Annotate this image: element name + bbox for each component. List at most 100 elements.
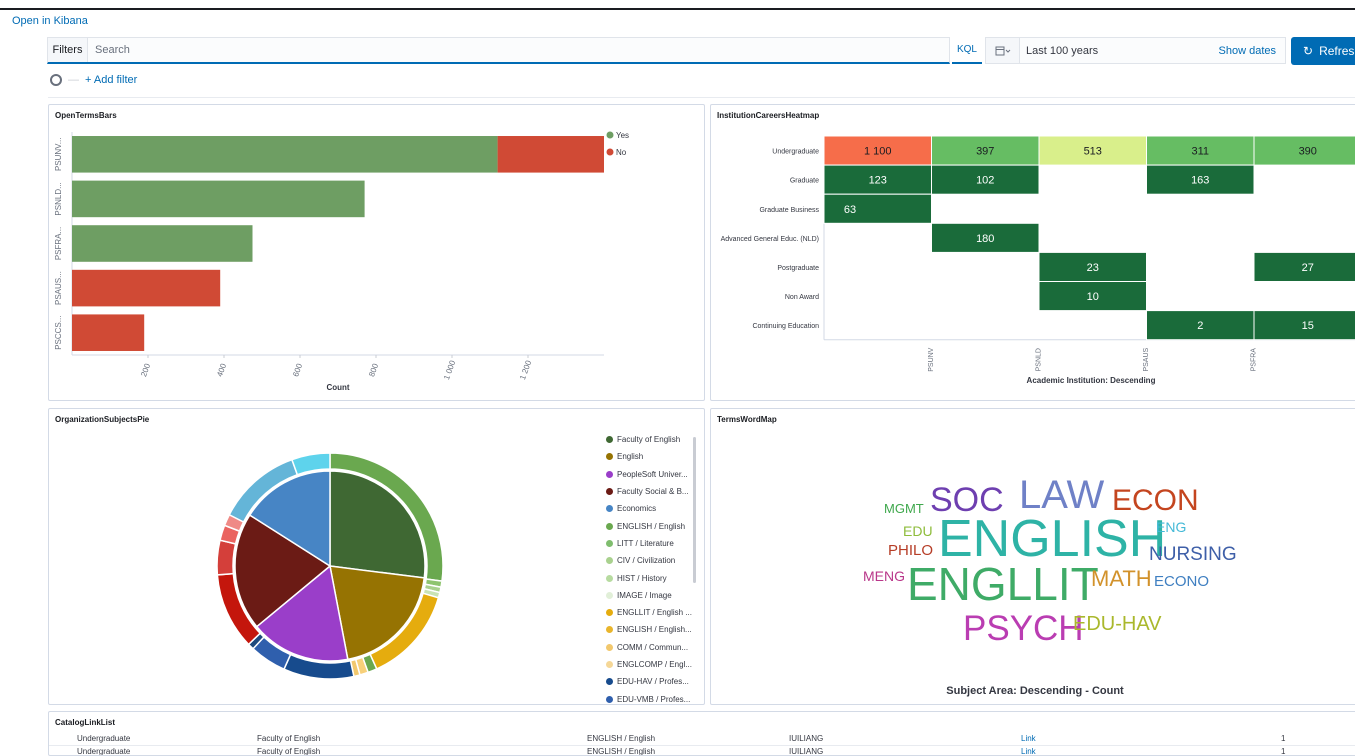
bar[interactable] <box>72 269 221 307</box>
legend-item[interactable]: HIST / History <box>606 569 692 586</box>
y-tick-label: Postgraduate <box>777 265 819 272</box>
kql-toggle[interactable]: KQL <box>952 37 982 64</box>
legend-item[interactable]: PeopleSoft Univer... <box>606 466 692 483</box>
refresh-button[interactable]: ↻ Refresh <box>1291 37 1355 65</box>
panel-title: OrganizationSubjectsPie <box>55 415 150 424</box>
heatmap-value: 102 <box>976 175 994 187</box>
legend-label: Economics <box>617 504 657 514</box>
date-range[interactable]: Last 100 years <box>1020 45 1219 57</box>
word-eng[interactable]: ENG <box>1156 520 1186 534</box>
x-tick-label: 1 200 <box>518 359 533 381</box>
legend-item[interactable]: ENGLCOMP / Engl... <box>606 656 692 673</box>
word-econo[interactable]: ECONO <box>1154 574 1209 589</box>
legend-dot <box>606 539 613 547</box>
calendar-icon[interactable] <box>986 38 1020 63</box>
legend-dot <box>606 148 614 156</box>
legend-dot <box>606 661 613 668</box>
legend-label: HIST / History <box>617 573 667 583</box>
word-nursing[interactable]: NURSING <box>1149 545 1237 564</box>
legend-item[interactable]: Faculty of English <box>606 431 692 448</box>
legend-item[interactable]: LITT / Literature <box>606 535 692 552</box>
heatmap-chart: Undergraduate 1 100 397 513 311 390 Graduate 12… <box>721 135 1355 385</box>
legend-label: ENGLLIT / English ... <box>617 608 692 618</box>
pie-outer-slice[interactable] <box>216 539 237 576</box>
bar[interactable] <box>72 180 365 218</box>
word-philo[interactable]: PHILO <box>888 543 933 558</box>
x-tick-label: PSNLD <box>1035 348 1042 371</box>
word-engllit[interactable]: ENGLLIT <box>907 561 1099 607</box>
legend-label[interactable]: No <box>616 148 627 157</box>
list-cell: ENGLISH / English <box>587 734 656 743</box>
legend-item[interactable]: COMM / Commun... <box>606 639 692 656</box>
heatmap-cell[interactable] <box>823 193 932 224</box>
word-meng[interactable]: MENG <box>863 569 905 583</box>
panel-catalog-link-list: CatalogLinkList Undergraduate Faculty of … <box>48 711 1355 756</box>
search-input[interactable] <box>88 44 949 56</box>
y-tick-label: Graduate <box>790 178 819 185</box>
show-dates-link[interactable]: Show dates <box>1219 45 1285 57</box>
legend-item[interactable]: EDU-HAV / Profes... <box>606 673 692 690</box>
word-edu-hav[interactable]: EDU-HAV <box>1073 614 1162 634</box>
legend-item[interactable]: CIV / Civilization <box>606 552 692 569</box>
refresh-icon: ↻ <box>1303 44 1314 58</box>
heatmap-value: 23 <box>1087 262 1099 274</box>
x-tick-label: PSFRA <box>1250 348 1257 372</box>
filters-button[interactable]: Filters <box>48 38 88 62</box>
legend-dot <box>606 488 613 496</box>
legend-label: Faculty of English <box>617 435 681 445</box>
gear-icon[interactable] <box>50 74 62 86</box>
word-law[interactable]: LAW <box>1019 475 1104 515</box>
legend-item[interactable]: IMAGE / Image <box>606 587 692 604</box>
legend-item[interactable]: Economics <box>606 500 692 517</box>
y-tick-label: PSUNV... <box>54 138 63 172</box>
legend-item[interactable]: EDU-VMB / Profes... <box>606 690 692 704</box>
y-tick-label: Advanced General Educ. (NLD) <box>721 236 819 243</box>
x-axis-label: Count <box>326 383 349 392</box>
word-edu[interactable]: EDU <box>903 524 933 538</box>
legend-item[interactable]: Faculty Social & B... <box>606 483 692 500</box>
top-border <box>0 8 1355 10</box>
date-picker: Last 100 years Show dates <box>985 37 1286 64</box>
legend-scrollbar[interactable] <box>693 437 696 583</box>
catalog-link[interactable]: Link <box>1021 734 1036 743</box>
word-math[interactable]: MATH <box>1091 568 1152 590</box>
heatmap-value: 390 <box>1299 146 1317 158</box>
legend-item[interactable]: ENGLISH / English <box>606 517 692 534</box>
legend-dot <box>606 609 613 617</box>
open-in-kibana-link[interactable]: Open in Kibana <box>12 15 88 27</box>
pie-chart <box>216 452 444 680</box>
legend-dot <box>606 522 613 530</box>
panel-open-terms-bars: OpenTermsBars PSUNV... PSNLD... PSFRA... PS… <box>48 104 705 401</box>
legend-label: PeopleSoft Univer... <box>617 469 688 479</box>
x-tick-label: 1 000 <box>442 359 457 381</box>
panel-institution-careers-heatmap: InstitutionCareersHeatmap Undergraduate 1… <box>710 104 1355 401</box>
word-psych[interactable]: PSYCH <box>963 611 1084 646</box>
legend-label: ENGLCOMP / Engl... <box>617 660 692 669</box>
legend-label[interactable]: Yes <box>616 131 629 140</box>
legend-item[interactable]: English <box>606 448 692 465</box>
legend-label: ENGLISH / English <box>617 521 686 531</box>
legend-dot <box>606 591 613 599</box>
legend-dot <box>606 626 613 634</box>
legend-item[interactable]: ENGLLIT / English ... <box>606 604 692 621</box>
legend-item[interactable]: ENGLISH / English... <box>606 621 692 638</box>
divider <box>48 97 1355 98</box>
panel-title: TermsWordMap <box>717 415 777 424</box>
heatmap-value: 180 <box>976 233 994 245</box>
bar[interactable] <box>72 136 498 173</box>
legend-label: ENGLISH / English... <box>617 625 692 635</box>
legend-dot <box>606 643 613 651</box>
y-tick-label: PSNLD... <box>54 182 63 215</box>
panel-title: InstitutionCareersHeatmap <box>717 111 820 120</box>
bar-chart: PSUNV... PSNLD... PSFRA... PSAUS... PSCCS...… <box>54 131 629 392</box>
bar[interactable] <box>72 314 145 351</box>
legend-dot <box>606 131 614 139</box>
bar[interactable] <box>72 225 253 262</box>
bar[interactable] <box>497 136 604 173</box>
legend-dot <box>606 453 613 461</box>
add-filter-button[interactable]: + Add filter <box>85 74 137 86</box>
y-tick-label: Non Award <box>785 294 819 301</box>
word-mgmt[interactable]: MGMT <box>884 502 924 515</box>
y-tick-label: Graduate Business <box>759 207 819 214</box>
heatmap-value: 15 <box>1302 320 1314 332</box>
